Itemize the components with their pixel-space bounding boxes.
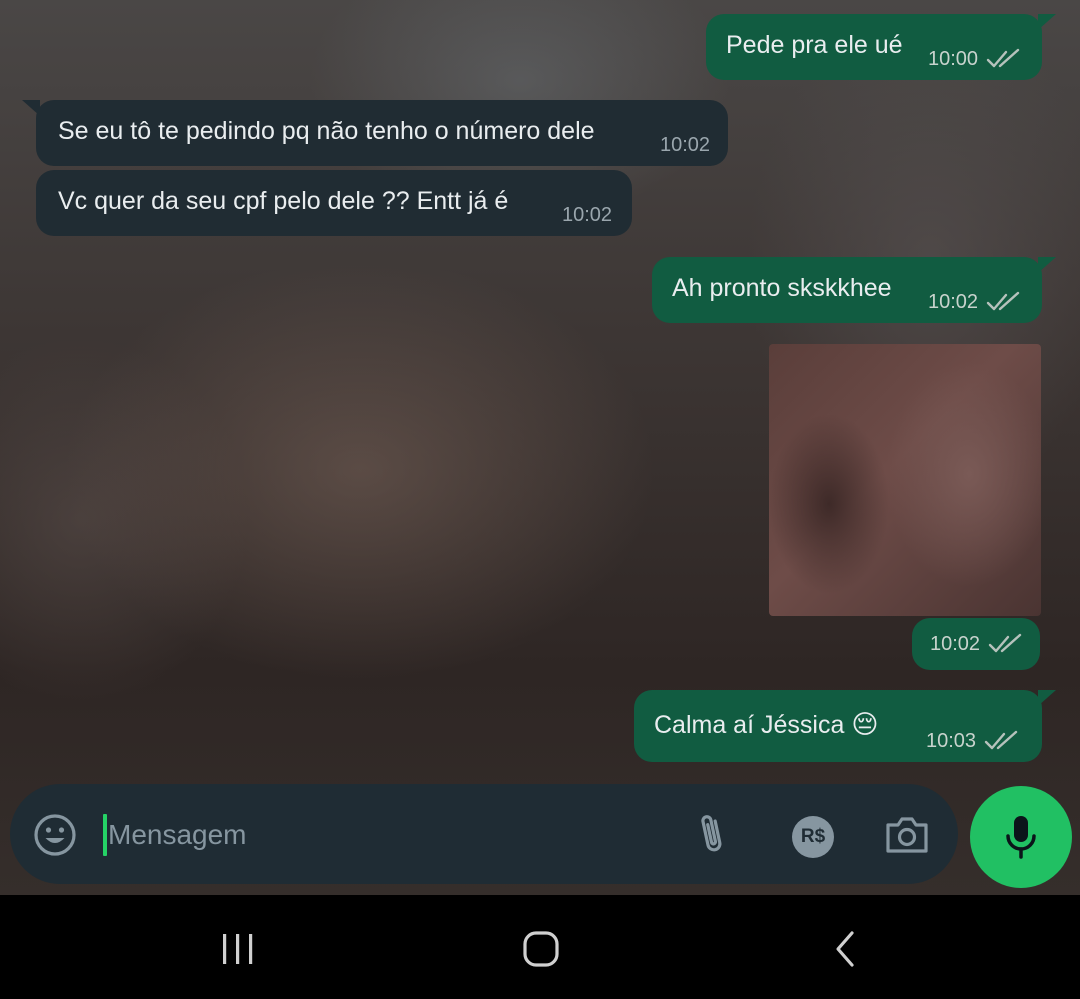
- recents-icon[interactable]: [208, 922, 268, 976]
- message-text: Pede pra ele ué: [726, 31, 903, 59]
- double-check-icon: [988, 633, 1022, 653]
- message-time: 10:02: [562, 204, 613, 226]
- payment-label: R$: [800, 826, 826, 847]
- message-meta: 10:02: [928, 291, 1022, 313]
- message-bubble-incoming[interactable]: Se eu tô te pedindo pq não tenho o númer…: [22, 100, 728, 166]
- message-composer: R$: [10, 784, 958, 884]
- message-time: 10:02: [930, 633, 981, 655]
- message-time: 10:02: [928, 291, 979, 313]
- bubble-tail: [1038, 257, 1056, 273]
- double-check-icon: [984, 730, 1018, 750]
- attach-icon[interactable]: [692, 810, 732, 860]
- message-time: 10:00: [928, 48, 979, 70]
- message-text: Calma aí Jéssica: [654, 711, 845, 739]
- mic-icon: [1006, 816, 1036, 859]
- message-time: 10:03: [926, 730, 977, 752]
- chat-screen: Pede pra ele ué 10:00 Se eu tô te pedind…: [0, 0, 1080, 999]
- message-input[interactable]: [106, 812, 668, 858]
- mic-button[interactable]: [970, 786, 1072, 888]
- emoji-icon[interactable]: [32, 812, 78, 858]
- message-bubble-outgoing[interactable]: Ah pronto skskkhee 10:02: [652, 257, 1056, 323]
- message-bubble-incoming[interactable]: Vc quer da seu cpf pelo dele ?? Entt já …: [36, 170, 632, 236]
- message-bubble-outgoing[interactable]: Calma aí Jéssica 😔 10:03: [634, 690, 1056, 762]
- home-icon[interactable]: [512, 922, 570, 976]
- bubble-tail: [22, 100, 40, 116]
- message-text-group: Calma aí Jéssica 😔: [654, 710, 878, 740]
- message-text: Ah pronto skskkhee: [672, 274, 892, 302]
- message-time: 10:02: [660, 134, 711, 156]
- message-text: Se eu tô te pedindo pq não tenho o númer…: [58, 117, 595, 145]
- camera-icon[interactable]: [884, 814, 930, 856]
- double-check-icon: [986, 291, 1020, 311]
- bubble-tail: [1038, 14, 1056, 30]
- message-meta: 10:00: [928, 48, 1022, 70]
- message-meta: 10:03: [926, 730, 1020, 752]
- message-bubble-outgoing: 10:02: [912, 618, 1040, 670]
- payment-icon[interactable]: R$: [790, 814, 836, 860]
- bubble-tail: [1038, 690, 1056, 706]
- message-bubble-outgoing[interactable]: Pede pra ele ué 10:00: [706, 14, 1056, 80]
- back-icon[interactable]: [818, 922, 872, 976]
- message-meta: 10:02: [930, 633, 1024, 655]
- message-text: Vc quer da seu cpf pelo dele ?? Entt já …: [58, 187, 509, 215]
- message-meta: 10:02: [660, 134, 710, 156]
- double-check-icon: [986, 48, 1020, 68]
- pensive-emoji: 😔: [851, 710, 879, 740]
- message-image[interactable]: [769, 344, 1041, 616]
- message-meta: 10:02: [562, 204, 612, 226]
